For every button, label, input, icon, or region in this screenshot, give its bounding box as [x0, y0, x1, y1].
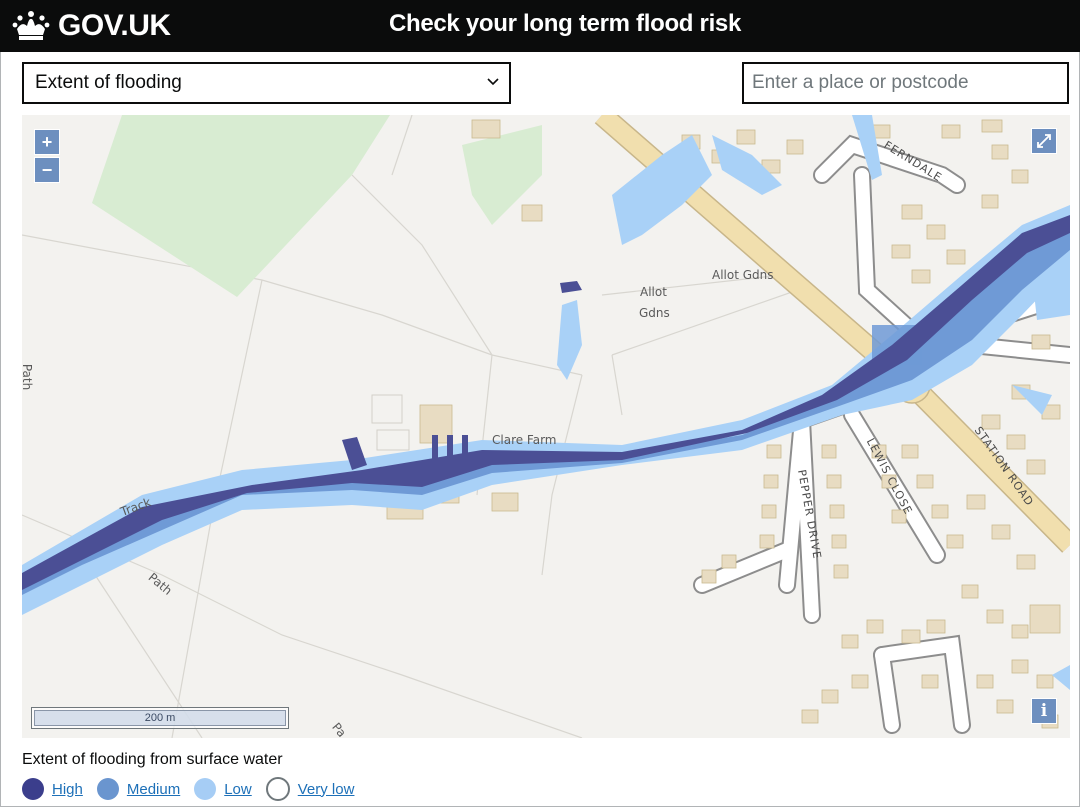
info-button[interactable]: i [1031, 698, 1057, 724]
legend: High Medium Low Very low [22, 777, 368, 801]
legend-item-low[interactable]: Low [194, 778, 252, 800]
logo-text: GOV.UK [58, 9, 171, 42]
legend-item-medium[interactable]: Medium [96, 778, 180, 800]
green-field [92, 115, 390, 297]
map-label-path-left: Path [22, 363, 35, 391]
legend-link-medium[interactable]: Medium [127, 781, 180, 798]
map-canvas [22, 115, 1070, 738]
fullscreen-button[interactable] [1031, 128, 1057, 154]
govuk-logo[interactable]: GOV.UK [12, 8, 171, 44]
legend-swatch-medium [96, 778, 119, 800]
legend-item-high[interactable]: High [22, 778, 83, 800]
legend-swatch-low [194, 778, 217, 800]
legend-link-very-low[interactable]: Very low [298, 781, 355, 798]
legend-link-high[interactable]: High [52, 781, 83, 798]
legend-title: Extent of flooding from surface water [22, 751, 283, 768]
legend-swatch-high [22, 778, 44, 800]
map-label-allot-gdns: Allot Gdns [712, 268, 774, 282]
zoom-out-button[interactable]: − [34, 157, 60, 183]
crown-icon [12, 11, 50, 40]
scale-text: 200 m [34, 710, 286, 726]
flood-map[interactable]: Allot Gdns Allot Gdns Clare Farm Track P… [22, 115, 1070, 738]
map-label-clare-farm: Clare Farm [492, 433, 557, 447]
chevron-down-icon [487, 78, 499, 86]
legend-item-very-low[interactable]: Very low [265, 777, 355, 801]
map-label-gdns: Gdns [639, 306, 670, 320]
map-type-select[interactable]: Extent of flooding [22, 62, 511, 104]
site-header: GOV.UK Check your long term flood risk [0, 0, 1080, 52]
expand-icon [1037, 134, 1051, 148]
zoom-in-button[interactable]: + [34, 129, 60, 155]
legend-swatch-very-low [265, 777, 290, 801]
legend-link-low[interactable]: Low [224, 781, 252, 798]
map-type-selected-value: Extent of flooding [35, 72, 182, 93]
scale-bar: 200 m [31, 707, 289, 729]
map-label-allot: Allot [640, 285, 667, 299]
place-search-input[interactable] [742, 62, 1069, 104]
page-title: Check your long term flood risk [388, 10, 742, 37]
